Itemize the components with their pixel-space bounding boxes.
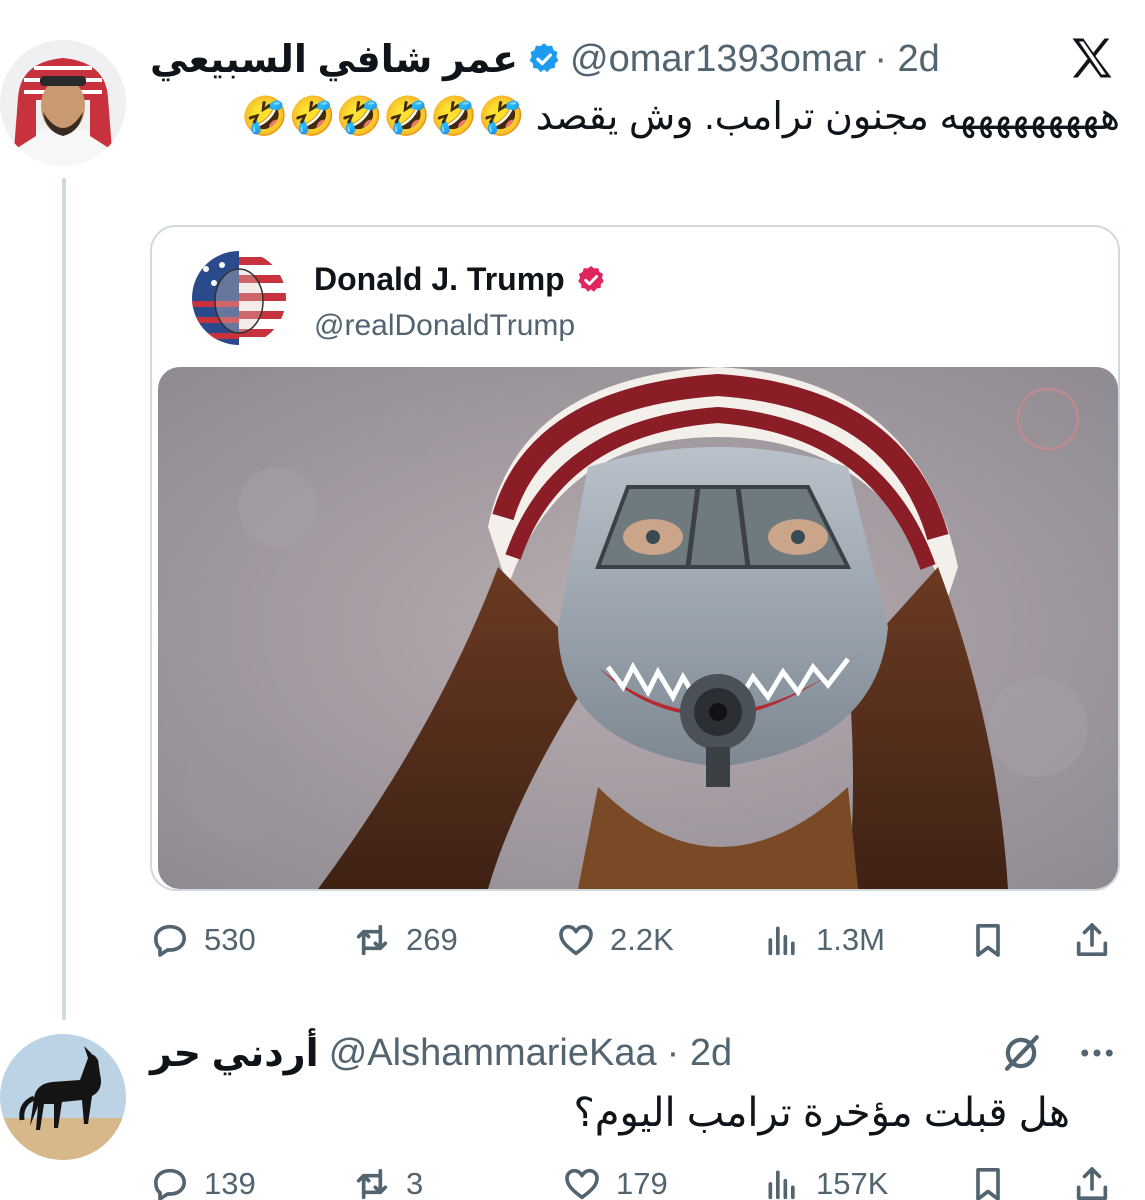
repost-icon	[356, 1168, 388, 1200]
bookmark-icon	[976, 924, 1000, 957]
quoted-avatar[interactable]	[192, 251, 286, 345]
quoted-tweet[interactable]: Donald J. Trump @realDonaldTrump	[150, 225, 1120, 891]
bookmark-button[interactable]	[968, 910, 1008, 970]
reply-author-name[interactable]: أردني حر	[150, 1031, 319, 1076]
author-avatar[interactable]	[0, 40, 126, 166]
more-icon[interactable]	[1076, 1032, 1118, 1074]
reply-tools	[1000, 1030, 1120, 1076]
verified-badge-icon	[577, 265, 604, 292]
views-button[interactable]: 157K	[762, 1154, 888, 1200]
views-icon	[768, 1170, 795, 1200]
repost-count: 3	[406, 1166, 424, 1200]
meme-image[interactable]	[158, 367, 1118, 889]
bookmark-button[interactable]	[968, 1154, 1008, 1200]
like-button[interactable]: 179	[562, 1154, 668, 1200]
reply-time[interactable]: · 2d	[667, 1032, 732, 1075]
tweet-time[interactable]: · 2d	[874, 38, 939, 81]
reply-author-handle[interactable]: @AlshammarieKaa	[329, 1032, 657, 1075]
bookmark-icon	[976, 1168, 1000, 1200]
quoted-author-name[interactable]: Donald J. Trump	[314, 261, 607, 298]
share-icon	[1076, 923, 1108, 956]
views-icon	[768, 926, 795, 956]
reply-text: هل قبلت مؤخرة ترامب اليوم؟	[573, 1091, 1070, 1135]
reply-count: 530	[204, 922, 256, 957]
reply-count: 139	[204, 1166, 256, 1200]
like-count: 2.2K	[610, 922, 674, 957]
quoted-author-handle[interactable]: @realDonaldTrump	[314, 309, 575, 343]
reply-header: أردني حر @AlshammarieKaa · 2d	[150, 1030, 732, 1076]
views-count: 157K	[816, 1166, 889, 1200]
views-count: 1.3M	[816, 922, 885, 957]
repost-icon	[356, 924, 388, 956]
like-icon	[559, 924, 593, 956]
like-count: 179	[616, 1166, 668, 1200]
repost-button[interactable]: 269	[352, 910, 458, 970]
quoted-author-label: Donald J. Trump	[314, 261, 565, 297]
grok-icon[interactable]	[1000, 1032, 1042, 1074]
share-button[interactable]	[1072, 910, 1112, 970]
tweet-actions: 530 269 2.2K 1.3M	[150, 910, 1120, 970]
verified-badge-icon	[529, 43, 559, 73]
tweet-text: هههههههههه مجنون ترامب. وش يقصد 🤣🤣🤣🤣🤣🤣	[241, 96, 1120, 138]
repost-count: 269	[406, 922, 458, 957]
share-button[interactable]	[1072, 1154, 1112, 1200]
like-icon	[565, 1168, 599, 1200]
author-handle[interactable]: @omar1393omar	[570, 38, 866, 81]
reply-button[interactable]: 139	[150, 1154, 256, 1200]
x-logo-icon[interactable]	[1066, 32, 1118, 84]
reply-author-avatar[interactable]	[0, 1034, 126, 1160]
share-icon	[1076, 1167, 1108, 1200]
reply-icon	[154, 924, 187, 957]
reply-icon	[154, 1168, 186, 1200]
views-button[interactable]: 1.3M	[762, 910, 885, 970]
reply-button[interactable]: 530	[150, 910, 256, 970]
author-name[interactable]: عمر شافي السبيعي	[150, 37, 518, 82]
thread-line	[62, 178, 66, 1020]
repost-button[interactable]: 3	[352, 1154, 423, 1200]
like-button[interactable]: 2.2K	[556, 910, 674, 970]
reply-actions: 139 3 179 157K	[150, 1154, 1120, 1200]
tweet-header: عمر شافي السبيعي @omar1393omar · 2d	[150, 36, 940, 82]
